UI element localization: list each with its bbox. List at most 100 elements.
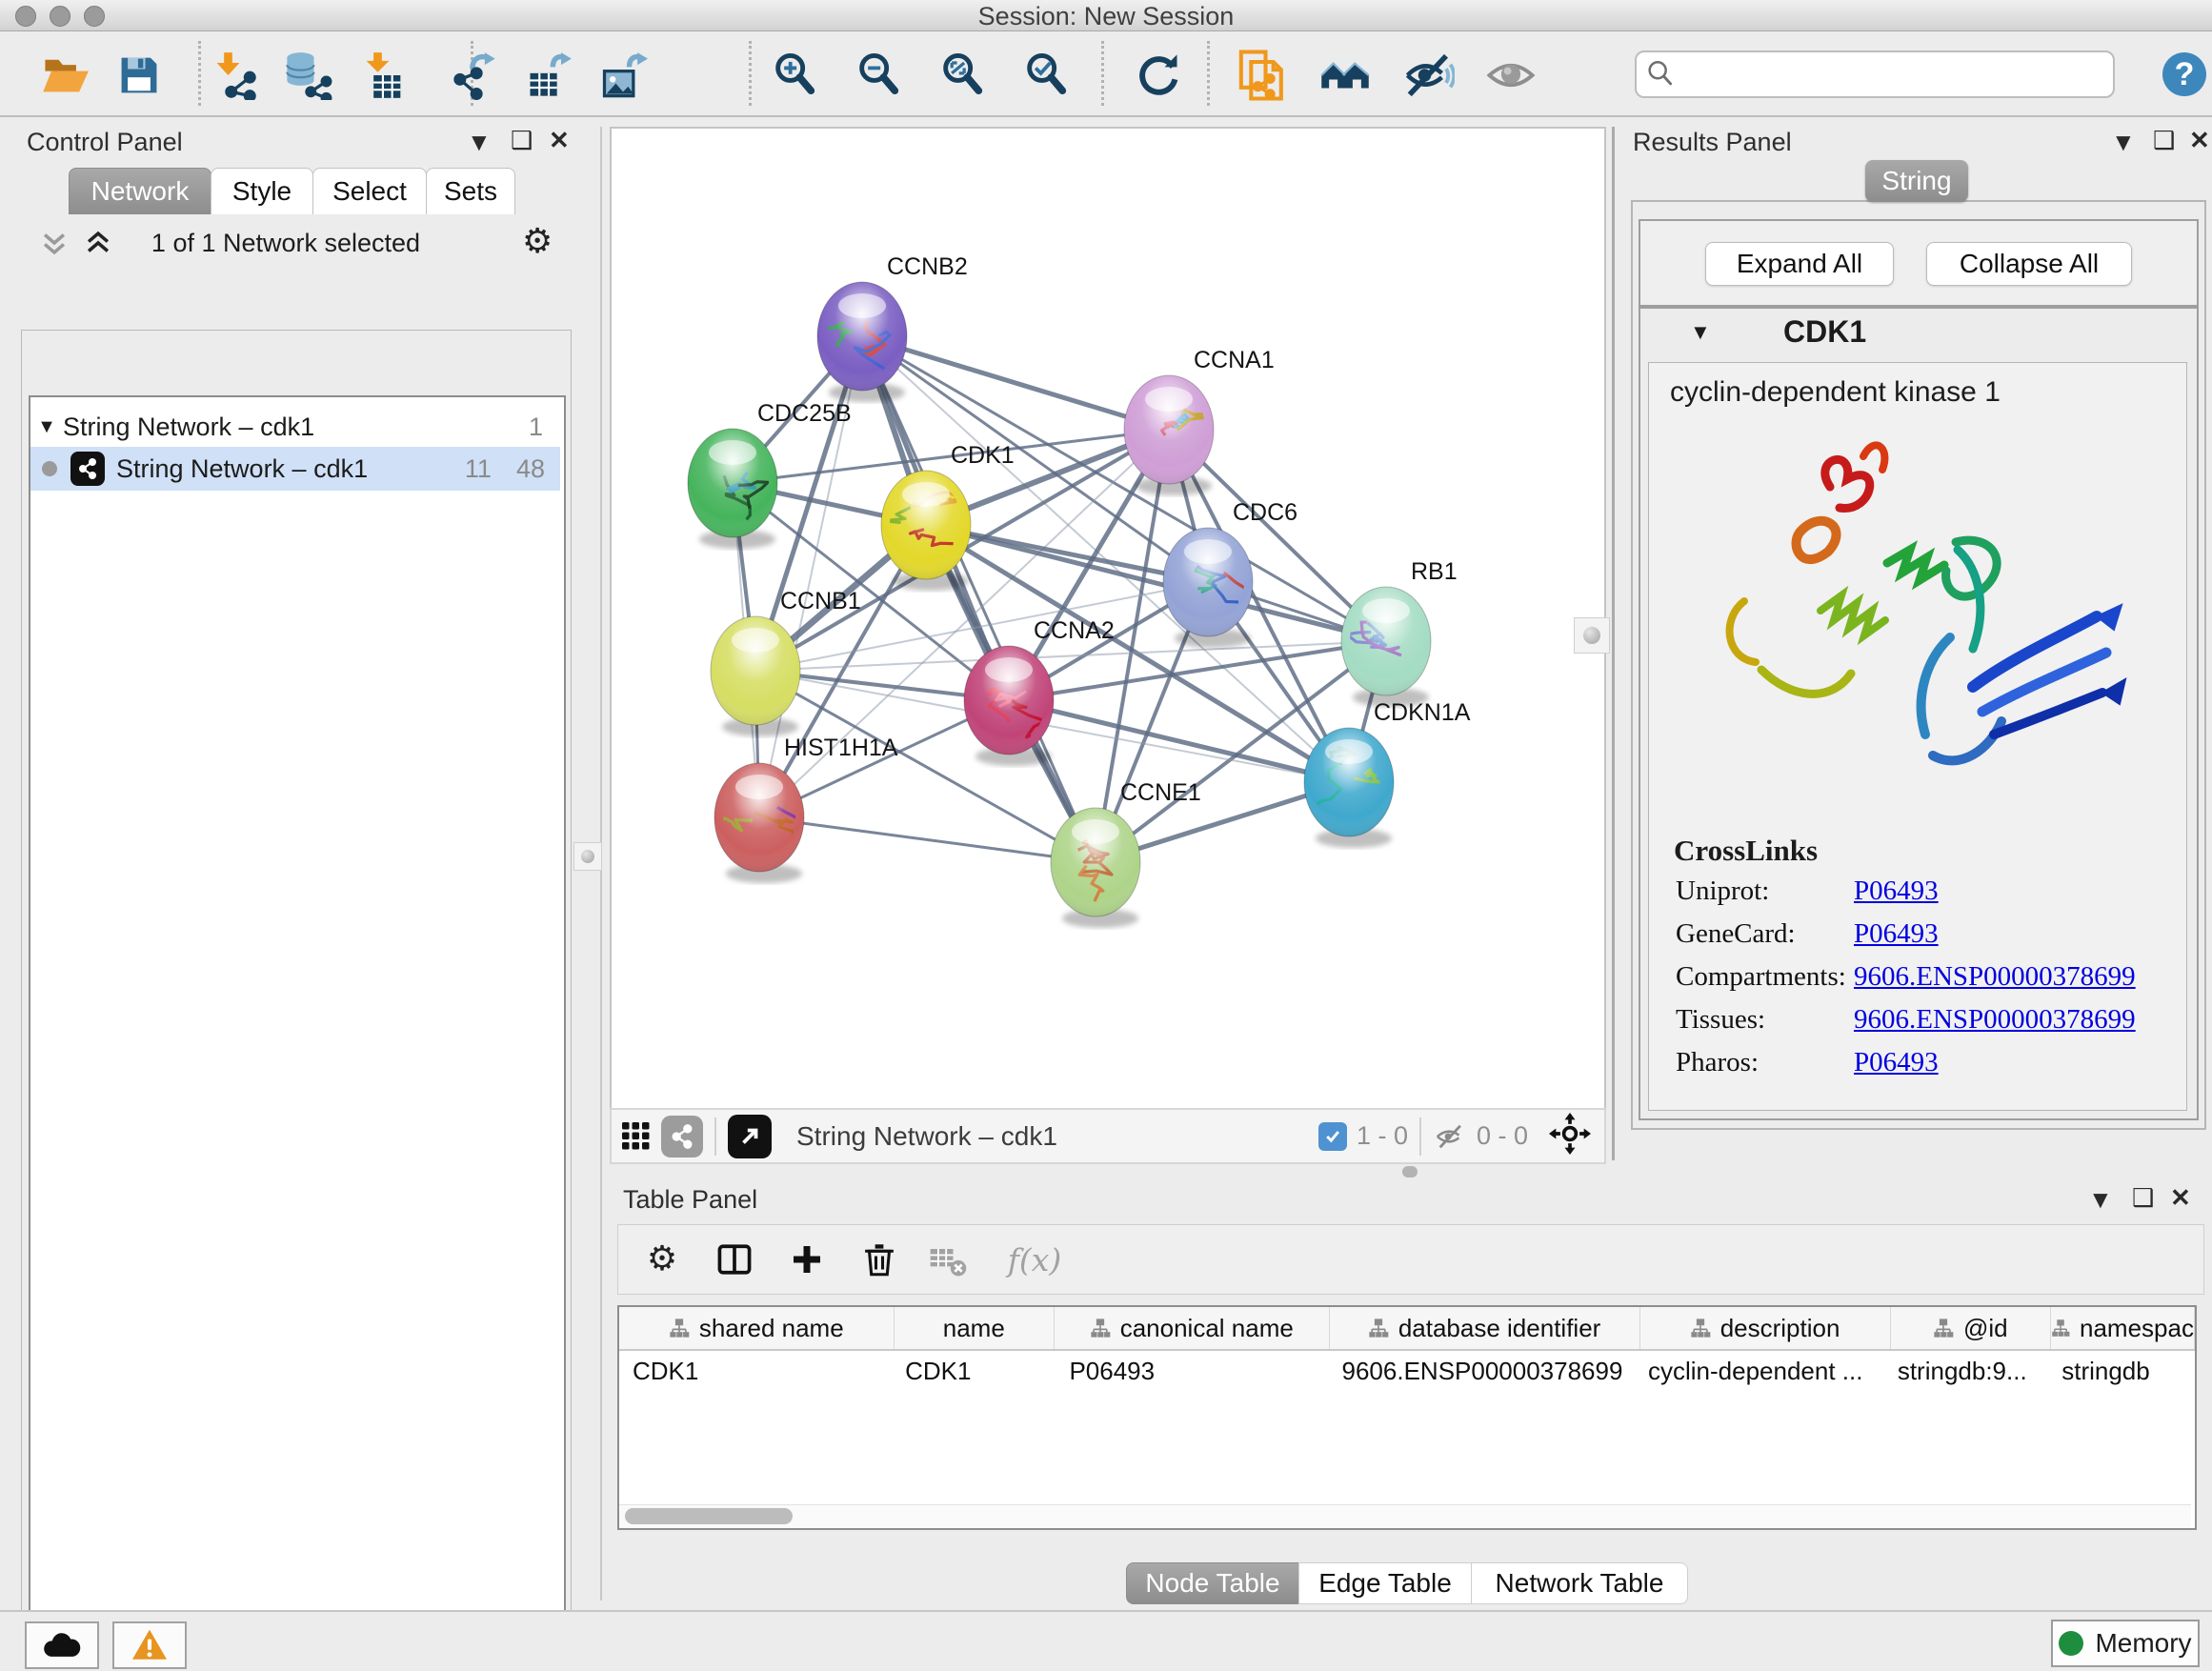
network-edge-CCNB2-CCNE1[interactable] [862, 336, 1096, 862]
zoom-out-button[interactable] [852, 49, 905, 102]
network-selection-status: 1 of 1 Network selected [124, 229, 448, 258]
table-panel-float-icon[interactable]: ❑ [2132, 1183, 2154, 1213]
column-header-name[interactable]: name [895, 1307, 1055, 1349]
network-edge-CCNB2-CCNA1[interactable] [862, 336, 1169, 430]
table-panel-collapse-icon[interactable]: ▼ [2088, 1185, 2113, 1215]
table-cell[interactable]: stringdb:9... [1884, 1351, 2048, 1391]
expand-all-button[interactable]: Expand All [1705, 242, 1894, 286]
splitter-handle-left[interactable] [573, 842, 602, 871]
table-cell[interactable]: cyclin-dependent ... [1635, 1351, 1884, 1391]
zoom-in-button[interactable] [768, 49, 821, 102]
collapse-all-button[interactable]: Collapse All [1926, 242, 2132, 286]
tab-edge-table[interactable]: Edge Table [1298, 1562, 1472, 1604]
help-button[interactable]: ? [2162, 52, 2206, 96]
tree-expand-icon[interactable]: ▼ [30, 416, 63, 438]
column-header-canonical-name[interactable]: canonical name [1055, 1307, 1330, 1349]
network-row-selected[interactable]: String Network – cdk1 11 48 [30, 447, 560, 491]
copy-network-button[interactable] [1236, 49, 1289, 102]
horizontal-splitter[interactable] [610, 1164, 2212, 1178]
toolbar-separator [1207, 41, 1210, 106]
network-canvas[interactable]: CCNB2CCNA1CDC25BCDK1CDC6RB1CCNB1CCNA2CDK… [610, 127, 1606, 1110]
network-collection-row[interactable]: ▼ String Network – cdk1 1 [30, 405, 560, 449]
expand-all-networks-icon[interactable] [38, 227, 70, 264]
network-node-CCNB1[interactable]: CCNB1 [711, 588, 861, 736]
control-panel-close-icon[interactable]: ✕ [549, 126, 570, 155]
scrollbar-thumb[interactable] [625, 1508, 793, 1524]
import-table-from-file-button[interactable] [357, 49, 411, 102]
network-node-RB1[interactable]: RB1 [1341, 558, 1458, 707]
section-collapse-icon[interactable]: ▼ [1690, 320, 1711, 345]
hide-selected-button[interactable] [1402, 49, 1456, 102]
tab-network-table[interactable]: Network Table [1471, 1562, 1688, 1604]
table-cell[interactable]: P06493 [1056, 1351, 1328, 1391]
table-cell[interactable]: CDK1 [892, 1351, 1056, 1391]
zoom-fit-button[interactable] [935, 49, 989, 102]
tab-network[interactable]: Network [69, 168, 211, 214]
table-cell[interactable]: stringdb [2048, 1351, 2195, 1391]
table-cell[interactable]: 9606.ENSP00000378699 [1329, 1351, 1635, 1391]
table-panel-close-icon[interactable]: ✕ [2170, 1183, 2191, 1213]
crosslink-value-link[interactable]: 9606.ENSP00000378699 [1854, 961, 2136, 993]
table-row[interactable]: CDK1CDK1P064939606.ENSP00000378699cyclin… [619, 1351, 2195, 1391]
results-panel-collapse-icon[interactable]: ▼ [2111, 128, 2136, 157]
grid-view-icon[interactable] [612, 1116, 661, 1158]
network-node-CDC6[interactable]: CDC6 [1163, 499, 1297, 648]
tab-sets[interactable]: Sets [426, 168, 515, 214]
network-graph[interactable]: CCNB2CCNA1CDC25BCDK1CDC6RB1CCNB1CCNA2CDK… [612, 129, 1604, 1110]
export-table-button[interactable] [522, 49, 575, 102]
delete-column-icon[interactable] [853, 1233, 906, 1286]
selected-checkbox-icon[interactable] [1318, 1122, 1347, 1151]
results-panel-float-icon[interactable]: ❑ [2153, 126, 2175, 155]
column-header--id[interactable]: @id [1891, 1307, 2051, 1349]
tab-node-table[interactable]: Node Table [1126, 1562, 1299, 1604]
table-options-gear-icon[interactable]: ⚙ [635, 1233, 689, 1286]
zoom-selected-button[interactable] [1019, 49, 1073, 102]
memory-button[interactable]: Memory [2051, 1620, 2200, 1667]
column-header-description[interactable]: description [1640, 1307, 1891, 1349]
network-node-CCNB2[interactable]: CCNB2 [817, 253, 968, 402]
import-network-from-database-button[interactable] [281, 49, 334, 102]
collapse-all-networks-icon[interactable] [82, 227, 114, 264]
search-input[interactable] [1684, 54, 2113, 94]
control-panel-float-icon[interactable]: ❑ [511, 126, 533, 155]
network-node-CDKN1A[interactable]: CDKN1A [1299, 699, 1470, 848]
tab-style[interactable]: Style [211, 168, 313, 214]
network-options-gear-icon[interactable]: ⚙ [522, 225, 553, 259]
cloud-button[interactable] [25, 1621, 99, 1669]
show-columns-icon[interactable] [708, 1233, 761, 1286]
network-node-CCNA1[interactable]: CCNA1 [1124, 347, 1275, 495]
crosslink-value-link[interactable]: P06493 [1854, 1047, 1939, 1078]
birds-eye-toggle-icon[interactable] [1549, 1113, 1591, 1159]
warnings-button[interactable] [112, 1621, 187, 1669]
add-column-icon[interactable] [780, 1233, 834, 1286]
export-network-button[interactable] [448, 49, 501, 102]
open-session-button[interactable] [38, 49, 91, 102]
results-panel-close-icon[interactable]: ✕ [2189, 126, 2210, 155]
save-session-button[interactable] [112, 49, 166, 102]
network-node-CDC25B[interactable]: CDC25B [688, 400, 852, 549]
column-header-shared-name[interactable]: shared name [619, 1307, 895, 1349]
apply-layout-button[interactable] [1132, 49, 1185, 102]
tab-select[interactable]: Select [312, 168, 427, 214]
crosslink-value-link[interactable]: P06493 [1854, 918, 1939, 950]
column-header-database-identifier[interactable]: database identifier [1330, 1307, 1640, 1349]
import-network-from-file-button[interactable] [208, 49, 261, 102]
table-cell[interactable]: CDK1 [619, 1351, 892, 1391]
vertical-splitter-right[interactable] [1612, 127, 1615, 1160]
network-node-CCNE1[interactable]: CCNE1 [1051, 779, 1201, 928]
crosslink-value-link[interactable]: P06493 [1854, 876, 1939, 907]
network-node-HIST1H1A[interactable]: HIST1H1A [714, 735, 898, 883]
splitter-handle-right[interactable] [1574, 617, 1610, 654]
crosslink-value-link[interactable]: 9606.ENSP00000378699 [1854, 1004, 2136, 1036]
control-panel-collapse-icon[interactable]: ▼ [467, 128, 492, 157]
search-field[interactable] [1635, 50, 2115, 98]
share-view-icon[interactable] [661, 1116, 703, 1158]
results-tab-string[interactable]: String [1865, 160, 1968, 202]
column-header-namespac[interactable]: namespac [2051, 1307, 2195, 1349]
network-edge-HIST1H1A-CCNE1[interactable] [759, 817, 1096, 862]
home-button[interactable] [1318, 49, 1372, 102]
show-all-button[interactable] [1484, 49, 1538, 102]
horizontal-scrollbar[interactable] [619, 1504, 2191, 1528]
open-in-window-icon[interactable] [728, 1115, 772, 1158]
export-image-button[interactable] [596, 49, 650, 102]
